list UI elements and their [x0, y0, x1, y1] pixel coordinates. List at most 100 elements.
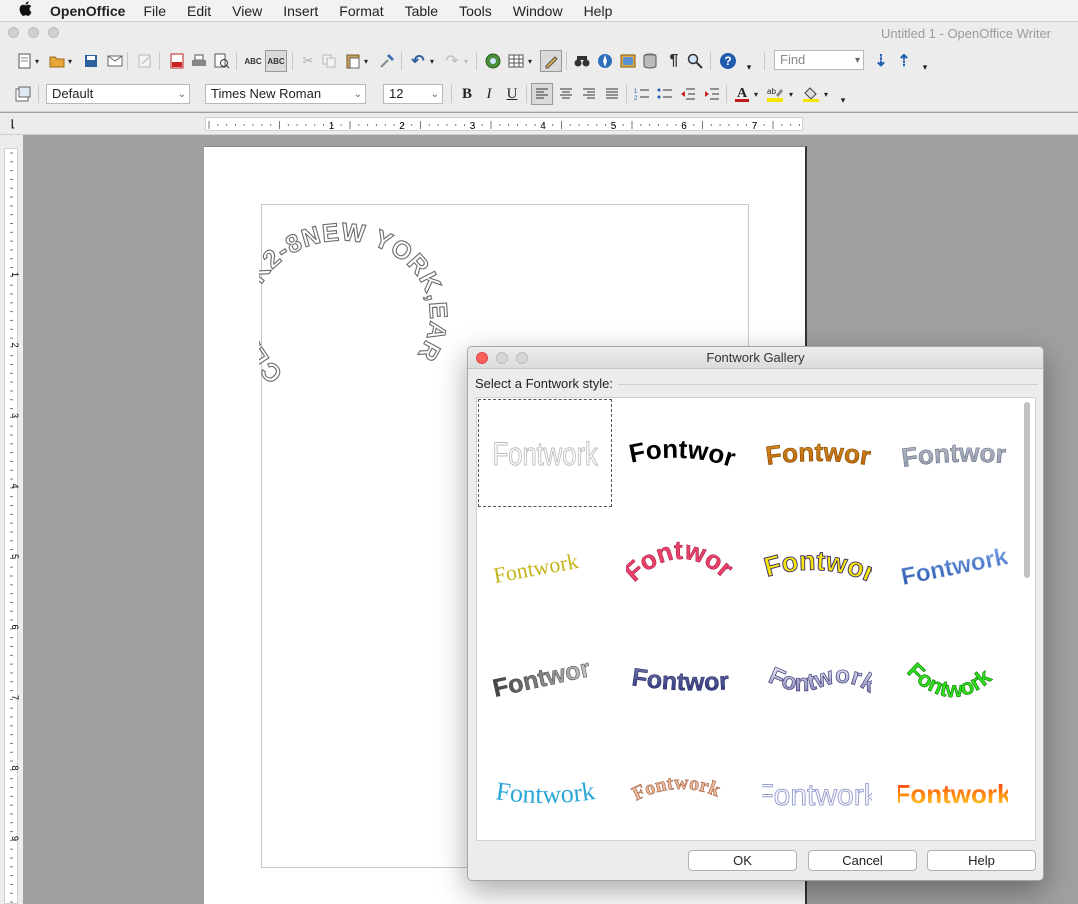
toolbar-overflow-icon[interactable]: ▾	[744, 58, 754, 76]
zoom-icon[interactable]	[686, 52, 704, 70]
fontwork-style-10[interactable]: Fontwork	[614, 623, 748, 731]
gallery-scroll-thumb[interactable]	[1024, 402, 1030, 578]
fontwork-style-15[interactable]: Fontwork	[750, 735, 884, 840]
minimize-window-button[interactable]	[28, 27, 39, 38]
ok-button[interactable]: OK	[688, 850, 797, 871]
menu-format[interactable]: Format	[339, 3, 383, 19]
export-pdf-icon[interactable]	[168, 52, 186, 70]
font-size-dropdown-icon[interactable]: ⌄	[431, 86, 439, 104]
highlighting-dropdown-icon[interactable]: ▾	[787, 85, 795, 103]
new-document-icon[interactable]	[16, 52, 34, 70]
menu-insert[interactable]: Insert	[283, 3, 318, 19]
menu-window[interactable]: Window	[513, 3, 563, 19]
undo-dropdown-icon[interactable]: ▾	[428, 52, 436, 70]
print-icon[interactable]	[190, 52, 208, 70]
font-name-select[interactable]: Times New Roman ⌄	[205, 84, 366, 104]
fontwork-style-2[interactable]: Fontwork	[614, 399, 748, 507]
increase-indent-icon[interactable]	[703, 85, 721, 103]
fontwork-style-6[interactable]: Fontwork	[614, 511, 748, 619]
highlighting-icon[interactable]: ab	[766, 85, 784, 103]
paragraph-style-dropdown-icon[interactable]: ⌄	[178, 86, 186, 104]
fontwork-style-14[interactable]: Fontwork	[614, 735, 748, 840]
numbering-icon[interactable]: 12	[633, 85, 651, 103]
find-toolbar-overflow-icon[interactable]: ▾	[920, 58, 930, 76]
email-document-icon[interactable]	[106, 52, 124, 70]
decrease-indent-icon[interactable]	[679, 85, 697, 103]
cancel-button[interactable]: Cancel	[808, 850, 917, 871]
font-size-select[interactable]: 12 ⌄	[383, 84, 443, 104]
table-dropdown-icon[interactable]: ▾	[526, 52, 534, 70]
navigator-icon[interactable]	[596, 52, 614, 70]
autospellcheck-icon[interactable]: ABC	[265, 50, 287, 72]
formatting-marks-icon[interactable]: ¶	[665, 52, 683, 70]
fontwork-style-13[interactable]: Fontwork	[478, 735, 612, 840]
undo-icon[interactable]: ↶	[409, 52, 427, 70]
bold-icon[interactable]: B	[458, 85, 476, 103]
italic-icon[interactable]: I	[480, 85, 498, 103]
cut-icon[interactable]: ✂	[299, 52, 317, 70]
fontwork-style-8[interactable]: Fontwork	[886, 511, 1020, 619]
table-icon[interactable]	[507, 52, 525, 70]
data-sources-icon[interactable]	[641, 52, 659, 70]
background-color-icon[interactable]	[802, 85, 820, 103]
gallery-scrollbar[interactable]	[1023, 400, 1031, 840]
redo-dropdown-icon[interactable]: ▾	[462, 52, 470, 70]
tab-stop-type-icon[interactable]: ⌊	[4, 115, 22, 133]
background-color-dropdown-icon[interactable]: ▾	[822, 85, 830, 103]
fontwork-style-16[interactable]: Fontwork	[886, 735, 1020, 840]
zoom-window-button[interactable]	[48, 27, 59, 38]
vertical-ruler[interactable]: 1 2 3 4 5 6 7 8 9	[4, 148, 19, 904]
horizontal-ruler[interactable]: 1 2 3 4 5 6 7	[205, 117, 803, 132]
dialog-zoom-button[interactable]	[516, 352, 528, 364]
menu-table[interactable]: Table	[405, 3, 438, 19]
help-button[interactable]: Help	[927, 850, 1036, 871]
gallery-icon[interactable]	[619, 52, 637, 70]
menu-view[interactable]: View	[232, 3, 262, 19]
format-toolbar-overflow-icon[interactable]: ▾	[838, 91, 848, 109]
fontwork-style-3[interactable]: Fontwork	[750, 399, 884, 507]
spellcheck-icon[interactable]: ABC	[244, 52, 262, 70]
align-center-icon[interactable]	[557, 85, 575, 103]
fontwork-style-11[interactable]: Fontwork	[750, 623, 884, 731]
dialog-minimize-button[interactable]	[496, 352, 508, 364]
font-color-icon[interactable]: A	[733, 85, 751, 103]
paragraph-style-select[interactable]: Default ⌄	[46, 84, 190, 104]
find-previous-icon[interactable]: ⇡	[895, 52, 913, 70]
find-input[interactable]: Find ▾	[774, 50, 864, 70]
paste-dropdown-icon[interactable]: ▾	[362, 52, 370, 70]
menu-edit[interactable]: Edit	[187, 3, 211, 19]
redo-icon[interactable]: ↷	[443, 52, 461, 70]
fontwork-style-9[interactable]: Fontwork	[478, 623, 612, 731]
find-dropdown-icon[interactable]: ▾	[855, 52, 860, 70]
menu-file[interactable]: File	[143, 3, 166, 19]
fontwork-style-5[interactable]: Fontwork	[478, 511, 612, 619]
justify-icon[interactable]	[603, 85, 621, 103]
clone-formatting-icon[interactable]	[378, 52, 396, 70]
align-left-icon[interactable]	[531, 83, 553, 105]
fontwork-style-7[interactable]: Fontwork	[750, 511, 884, 619]
apple-icon[interactable]	[0, 1, 50, 20]
close-window-button[interactable]	[8, 27, 19, 38]
find-replace-icon[interactable]	[573, 52, 591, 70]
align-right-icon[interactable]	[580, 85, 598, 103]
fontwork-style-1[interactable]: Fontwork	[478, 399, 612, 507]
copy-icon[interactable]	[320, 52, 338, 70]
help-icon[interactable]: ?	[719, 52, 737, 70]
font-color-dropdown-icon[interactable]: ▾	[752, 85, 760, 103]
fontwork-style-4[interactable]: Fontwork	[886, 399, 1020, 507]
find-next-icon[interactable]: ⇣	[872, 52, 890, 70]
edit-file-icon[interactable]	[136, 52, 154, 70]
hyperlink-icon[interactable]	[484, 52, 502, 70]
print-preview-icon[interactable]	[213, 52, 231, 70]
dialog-close-button[interactable]	[476, 352, 488, 364]
show-draw-functions-icon[interactable]	[540, 50, 562, 72]
fontwork-style-12[interactable]: Fontwork	[886, 623, 1020, 731]
paste-icon[interactable]	[344, 52, 362, 70]
open-dropdown-icon[interactable]: ▾	[66, 52, 74, 70]
app-menu[interactable]: OpenOffice	[50, 3, 125, 19]
styles-formatting-icon[interactable]	[14, 85, 32, 103]
bullets-icon[interactable]	[656, 85, 674, 103]
save-icon[interactable]	[82, 52, 100, 70]
fontwork-object[interactable]: CLASS K2-8NEW YORK,EARTH	[259, 207, 479, 397]
underline-icon[interactable]: U	[503, 85, 521, 103]
